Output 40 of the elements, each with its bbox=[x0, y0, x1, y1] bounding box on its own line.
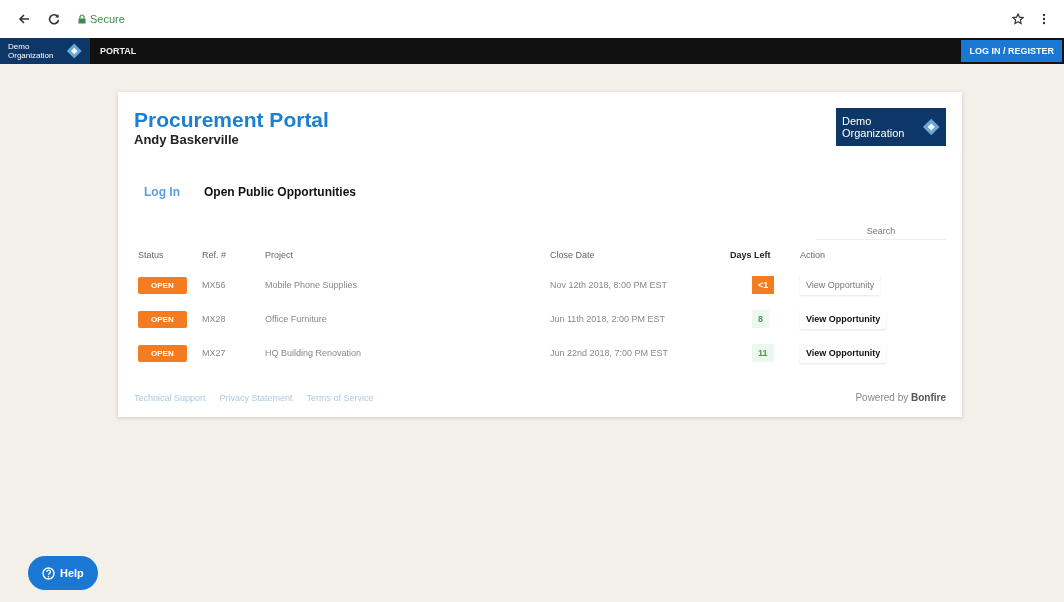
table-cell: MX28 bbox=[202, 314, 226, 324]
table-cell: Nov 12th 2018, 8:00 PM EST bbox=[550, 280, 668, 290]
help-icon bbox=[42, 566, 55, 580]
days-left-badge: 11 bbox=[752, 344, 774, 362]
status-badge: OPEN bbox=[138, 344, 187, 362]
column-header[interactable]: Close Date bbox=[550, 242, 730, 268]
status-badge: OPEN bbox=[138, 276, 187, 294]
table-cell: Mobile Phone Supplies bbox=[265, 280, 358, 290]
login-register-button[interactable]: LOG IN / REGISTER bbox=[961, 40, 1062, 62]
security-label: Secure bbox=[90, 13, 125, 25]
menu-icon[interactable] bbox=[1042, 13, 1046, 25]
view-opportunity-button[interactable]: View Opportunity bbox=[800, 275, 881, 295]
help-button[interactable]: Help bbox=[28, 556, 98, 590]
user-name: Andy Baskerville bbox=[134, 132, 240, 147]
table-cell: HQ Building Renovation bbox=[265, 348, 362, 358]
portal-label[interactable]: PORTAL bbox=[100, 46, 137, 56]
table-cell: MX27 bbox=[202, 348, 226, 358]
lock-icon bbox=[78, 14, 86, 24]
table-cell: Jun 22nd 2018, 7:00 PM EST bbox=[550, 348, 669, 358]
view-opportunity-button[interactable]: View Opportunity bbox=[800, 343, 887, 363]
column-header[interactable]: Action bbox=[800, 242, 942, 268]
column-header[interactable]: Days Left bbox=[730, 242, 800, 268]
status-badge: OPEN bbox=[138, 310, 187, 328]
table-cell: MX56 bbox=[202, 280, 226, 290]
table-cell: Jun 11th 2018, 2:00 PM EST bbox=[550, 314, 665, 324]
tab[interactable]: Open Public Opportunities bbox=[204, 185, 356, 199]
view-opportunity-button[interactable]: View Opportunity bbox=[800, 309, 887, 329]
column-header[interactable]: Status bbox=[138, 242, 202, 268]
days-left-badge: 8 bbox=[752, 310, 769, 328]
powered-by-text: Powered by Bonfire bbox=[855, 392, 946, 403]
column-header[interactable]: Ref. # bbox=[202, 242, 265, 268]
column-header[interactable]: Project bbox=[265, 242, 550, 268]
organization-logo[interactable]: Demo Organization bbox=[0, 38, 90, 64]
days-left-badge: <1 bbox=[752, 276, 775, 294]
table-cell: Office Furniture bbox=[265, 314, 327, 324]
star-icon[interactable] bbox=[1012, 13, 1024, 25]
back-icon[interactable] bbox=[18, 13, 30, 25]
portal-title: Procurement Portal bbox=[134, 108, 329, 132]
reload-icon[interactable] bbox=[48, 13, 60, 25]
organization-logo: Demo Organization bbox=[836, 108, 946, 146]
